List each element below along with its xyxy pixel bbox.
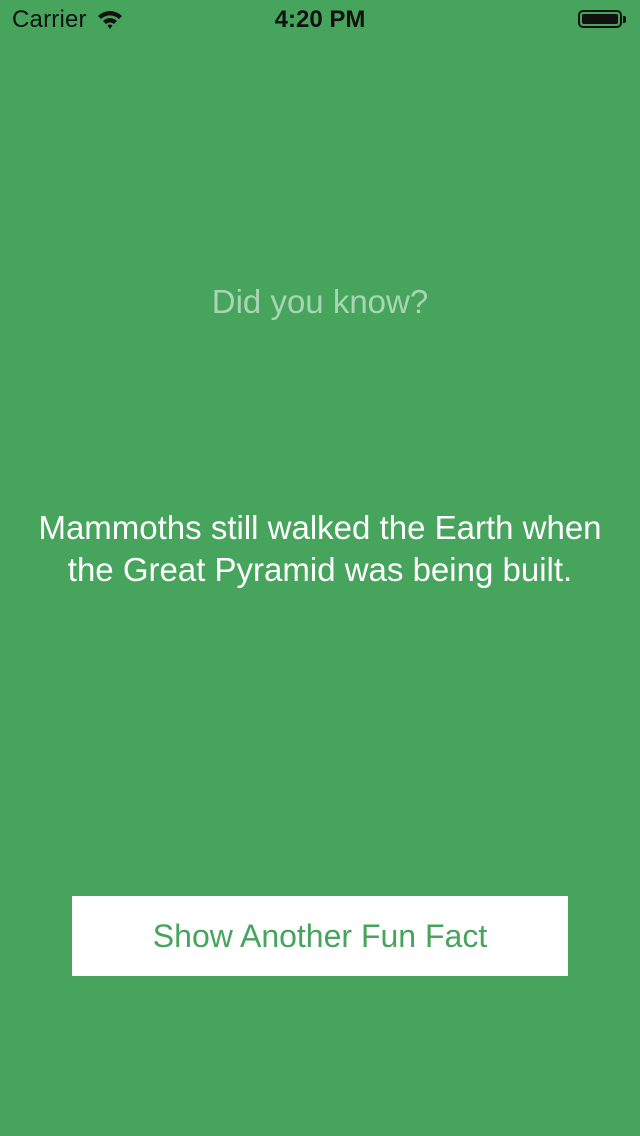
battery-tip	[623, 15, 626, 23]
fun-fact-text: Mammoths still walked the Earth when the…	[38, 509, 602, 588]
status-time: 4:20 PM	[274, 6, 366, 33]
status-bar: Carrier 4:20 PM	[0, 0, 640, 40]
did-you-know-heading: Did you know?	[211, 283, 429, 320]
battery-body	[578, 10, 622, 28]
show-another-fun-fact-button[interactable]: Show Another Fun Fact	[72, 896, 568, 976]
battery-icon	[578, 9, 628, 29]
battery-fill	[582, 14, 618, 24]
